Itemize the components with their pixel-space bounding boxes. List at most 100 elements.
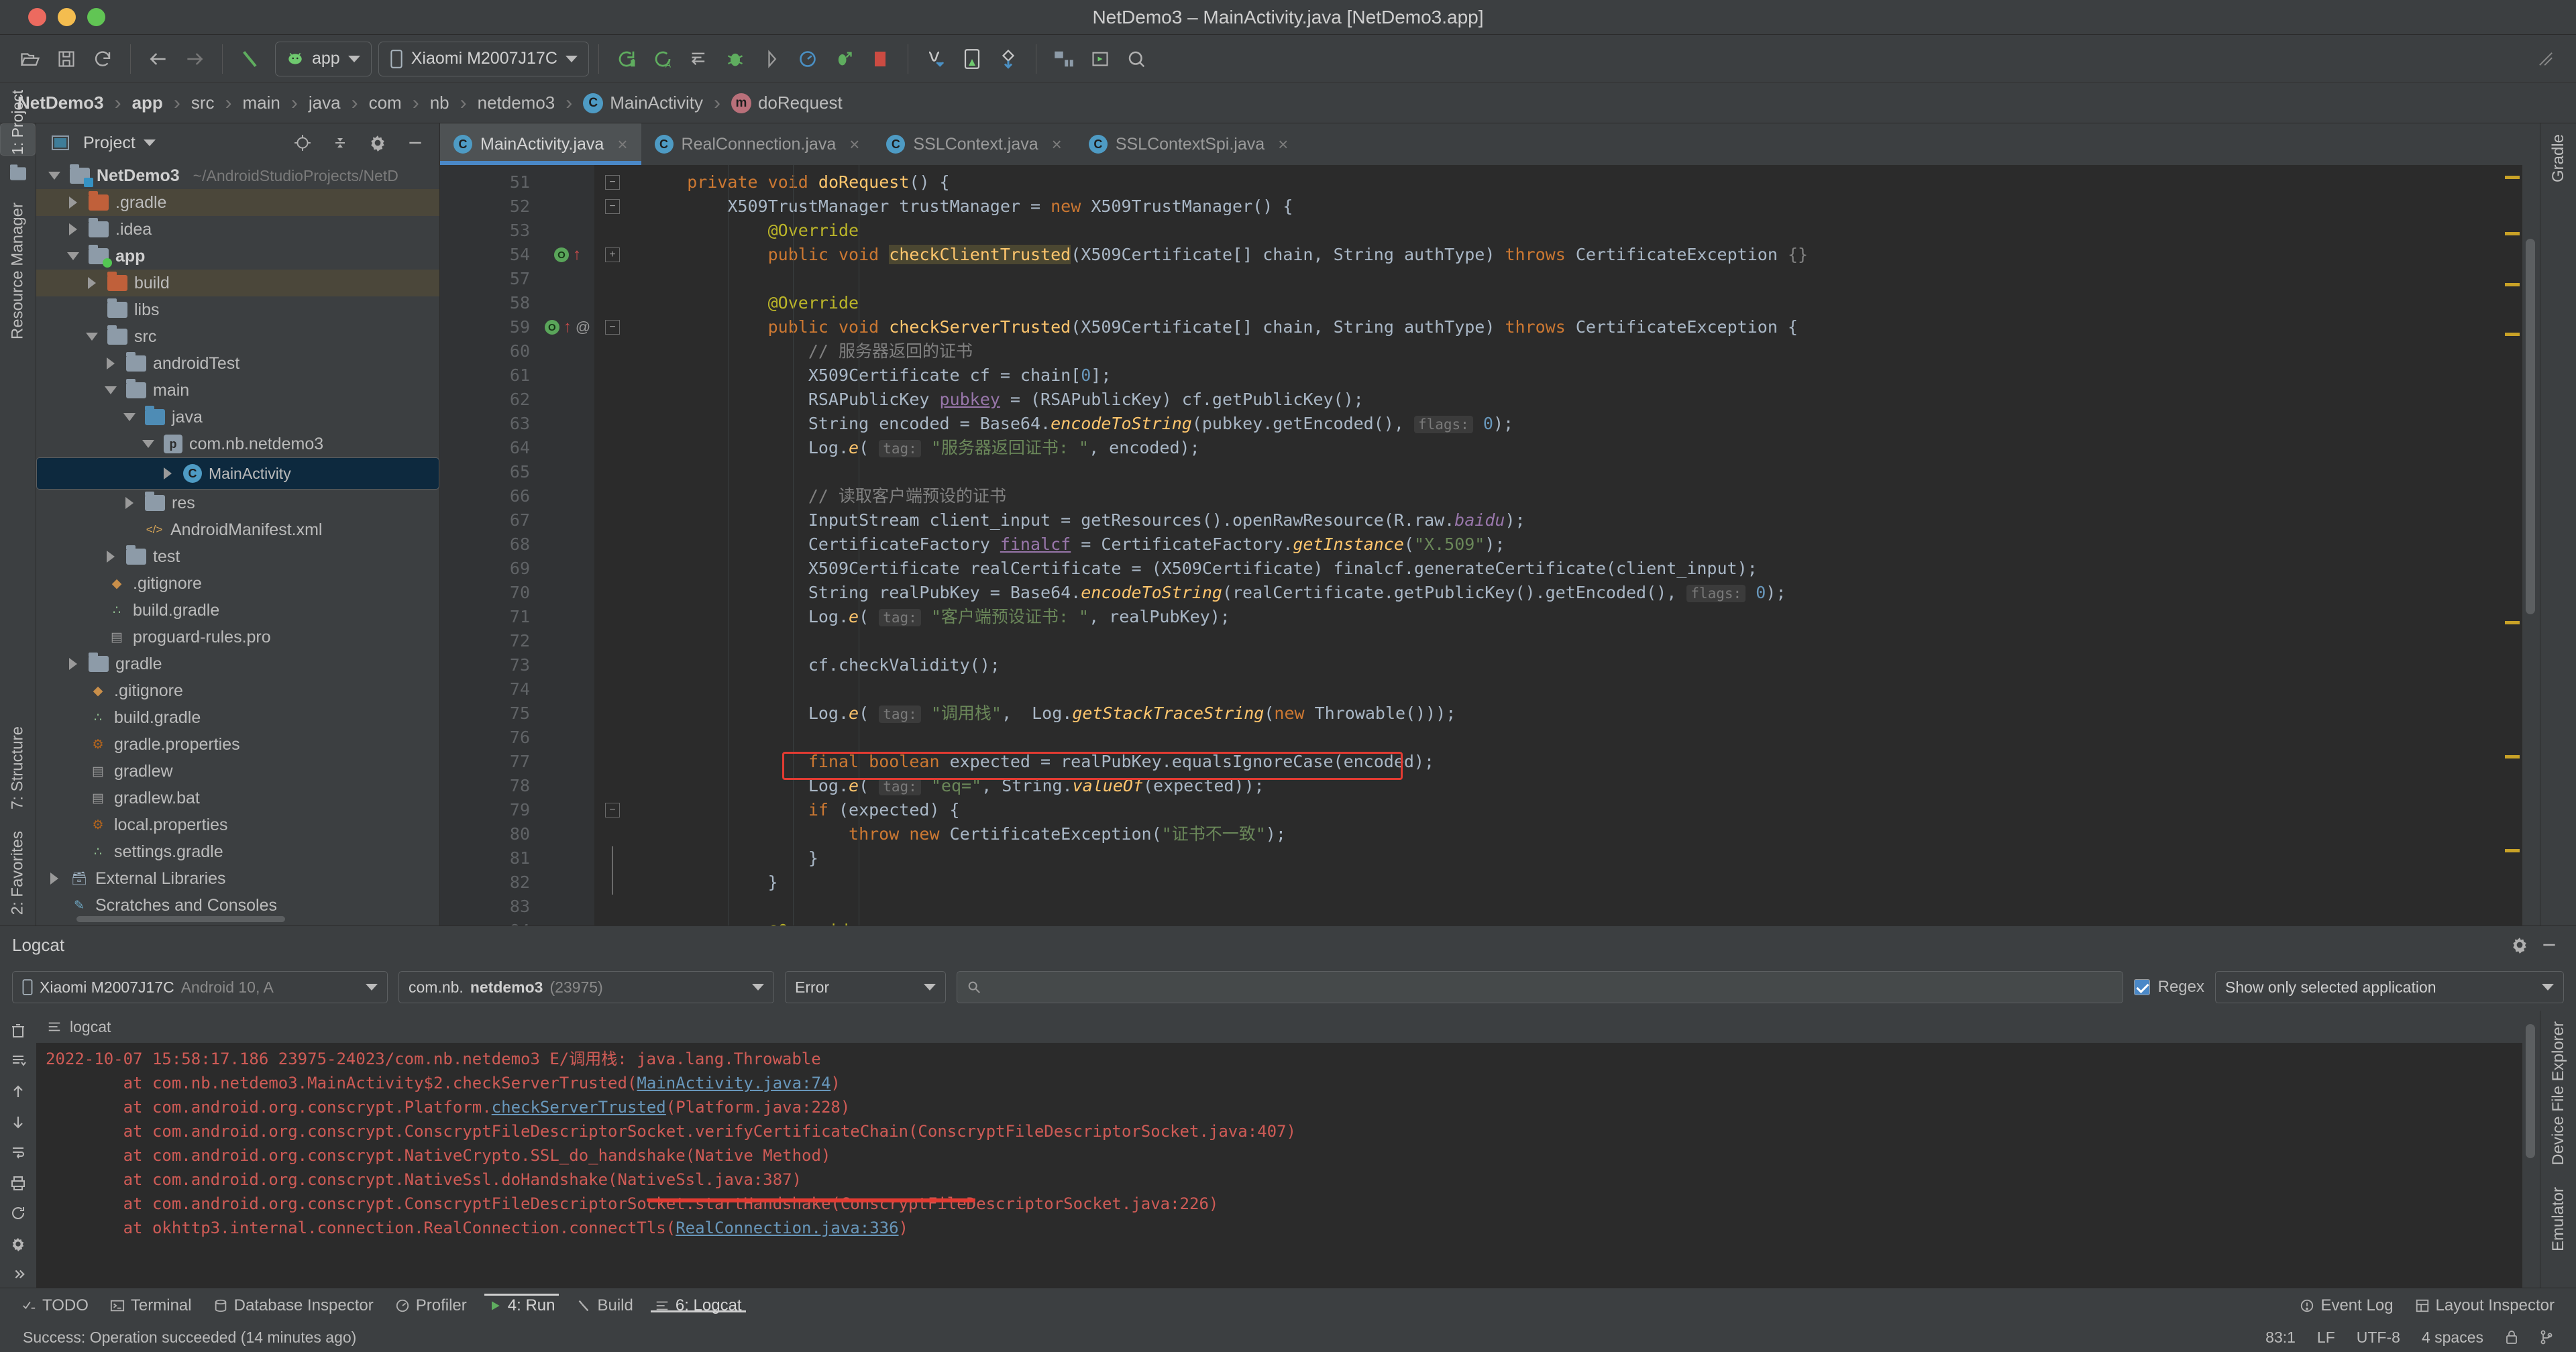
code-line[interactable]: String encoded = Base64.encodeToString(p… (647, 412, 2502, 436)
tree-twisty-right[interactable] (102, 548, 119, 565)
logcat-method-link[interactable]: checkServerTrusted (492, 1098, 666, 1117)
fold-marker[interactable] (594, 653, 631, 677)
gutter-marker-row[interactable] (541, 870, 594, 895)
tree-node-build-gradle[interactable]: ∴ build.gradle (36, 704, 439, 731)
tree-node-settings-gradle[interactable]: ∴ settings.gradle (36, 838, 439, 865)
fold-marker[interactable] (594, 750, 631, 774)
tree-twisty-down[interactable] (83, 328, 101, 345)
code-line[interactable]: // 服务器返回的证书 (647, 339, 2502, 363)
code-line[interactable] (647, 726, 2502, 750)
code-line[interactable]: RSAPublicKey pubkey = (RSAPublicKey) cf.… (647, 388, 2502, 412)
gutter-marker-row[interactable] (541, 653, 594, 677)
module-selector[interactable]: app (275, 41, 372, 76)
sdk-manager-icon[interactable] (954, 41, 990, 77)
project-structure-icon[interactable] (1046, 41, 1082, 77)
code-line[interactable]: Log.e( tag: "客户端预设证书: ", realPubKey); (647, 605, 2502, 629)
logcat-source-link[interactable]: MainActivity.java:74 (637, 1074, 830, 1092)
status-tab-layout-inspector[interactable]: Layout Inspector (2404, 1296, 2565, 1315)
sidebar-item-emulator[interactable]: Emulator (2549, 1176, 2568, 1262)
fold-marker[interactable] (594, 701, 631, 726)
gutter-marker-row[interactable]: O ↑ (541, 243, 594, 267)
breadcrumb-item-java[interactable]: java (305, 93, 345, 113)
logcat-settings-icon[interactable] (3, 1231, 33, 1257)
breadcrumb-item-netdemo3[interactable]: NetDemo3 (13, 93, 108, 113)
gutter-marker-row[interactable] (541, 629, 594, 653)
fold-marker[interactable] (594, 508, 631, 532)
sidebar-item-gradle[interactable]: Gradle (2549, 123, 2568, 193)
gutter-marker-row[interactable] (541, 581, 594, 605)
down-icon[interactable] (3, 1109, 33, 1135)
code-line[interactable]: Log.e( tag: "服务器返回证书: ", encoded); (647, 436, 2502, 460)
fold-marker[interactable] (594, 677, 631, 701)
breadcrumb-item-com[interactable]: com (365, 93, 406, 113)
logcat-tab-row[interactable]: logcat (36, 1011, 2522, 1043)
tree-node-res[interactable]: res (36, 490, 439, 516)
logcat-filter-row[interactable]: Xiaomi M2007J17C Android 10, A com.nb. ne… (0, 964, 2576, 1011)
gutter-markers[interactable]: O↑O↑@O↑@ (541, 165, 594, 925)
left-rail-top[interactable]: 1: Project Resource Manager (0, 90, 36, 350)
window-controls[interactable] (0, 8, 105, 26)
code-line[interactable]: throw new CertificateException("证书不一致"); (647, 822, 2502, 846)
logcat-level-select[interactable]: Error (785, 971, 946, 1003)
gutter-marker-row[interactable] (541, 895, 594, 919)
code-line[interactable] (647, 629, 2502, 653)
tree-node-libs[interactable]: libs (36, 296, 439, 323)
code-line[interactable]: X509TrustManager trustManager = new X509… (647, 194, 2502, 219)
maximize-window-button[interactable] (87, 8, 105, 26)
breadcrumb-item-dorequest[interactable]: m doRequest (727, 93, 847, 113)
tree-node-gradle-properties[interactable]: ⚙ gradle.properties (36, 731, 439, 758)
code-line[interactable]: public void checkServerTrusted(X509Certi… (647, 315, 2502, 339)
code-line[interactable]: X509Certificate realCertificate = (X509C… (647, 557, 2502, 581)
logcat-vertical-scrollbar[interactable] (2522, 1011, 2540, 1288)
tree-node-proguard-rules-pro[interactable]: ▤ proguard-rules.pro (36, 624, 439, 651)
code-line[interactable]: if (expected) { (647, 798, 2502, 822)
logcat-process-chevron-icon[interactable] (752, 984, 764, 991)
code-line[interactable]: cf.checkValidity(); (647, 653, 2502, 677)
build-hammer-icon[interactable] (232, 41, 268, 77)
logcat-line[interactable]: at com.android.org.conscrypt.NativeCrypt… (46, 1143, 2522, 1168)
fold-marker[interactable] (594, 581, 631, 605)
status-tab-4-run[interactable]: 4: Run (478, 1293, 566, 1315)
logcat-settings-gear-icon[interactable] (2505, 930, 2534, 960)
lock-icon[interactable] (2494, 1330, 2529, 1345)
logcat-output[interactable]: 2022-10-07 15:58:17.186 23975-24023/com.… (36, 1043, 2522, 1288)
forward-icon[interactable] (176, 41, 213, 77)
tree-node-test[interactable]: test (36, 543, 439, 570)
fold-marker[interactable] (594, 460, 631, 484)
sidebar-item-resource-manager[interactable]: Resource Manager (0, 192, 36, 350)
code-line[interactable]: X509Certificate cf = chain[0]; (647, 363, 2502, 388)
fold-marker[interactable]: + (594, 243, 631, 267)
status-tab-todo[interactable]: TODO (11, 1296, 99, 1315)
gutter-marker-row[interactable] (541, 919, 594, 925)
fold-marker[interactable] (594, 388, 631, 412)
editor-tab-realconnection-java[interactable]: C RealConnection.java × (641, 123, 873, 165)
fold-marker[interactable] (594, 870, 631, 895)
save-all-icon[interactable] (48, 41, 85, 77)
hide-panel-icon[interactable] (400, 128, 430, 158)
code-line[interactable]: final boolean expected = realPubKey.equa… (647, 750, 2502, 774)
logcat-process-select[interactable]: com.nb. netdemo3 (23975) (398, 971, 774, 1003)
tree-node-com-nb-netdemo3[interactable]: p com.nb.netdemo3 (36, 431, 439, 457)
tree-node--gitignore[interactable]: ◆ .gitignore (36, 570, 439, 597)
status-tab-database-inspector[interactable]: Database Inspector (203, 1296, 384, 1315)
logcat-side-toolbar[interactable] (0, 1011, 36, 1288)
tree-twisty-right[interactable] (64, 655, 82, 673)
code-line[interactable] (647, 677, 2502, 701)
fold-marker[interactable] (594, 919, 631, 925)
logcat-device-select[interactable]: Xiaomi M2007J17C Android 10, A (12, 971, 388, 1003)
breadcrumb-item-app[interactable]: app (128, 93, 167, 113)
tree-node-local-properties[interactable]: ⚙ local.properties (36, 811, 439, 838)
gutter-marker-row[interactable] (541, 774, 594, 798)
breadcrumb-item-src[interactable]: src (187, 93, 219, 113)
logcat-device-chevron-icon[interactable] (366, 984, 378, 991)
fold-marker[interactable] (594, 532, 631, 557)
editor-tabs[interactable]: C MainActivity.java × C RealConnection.java ×… (440, 123, 2540, 165)
tree-node-external-libraries[interactable]: 🗃 External Libraries (36, 865, 439, 892)
profiler-icon[interactable] (790, 41, 826, 77)
sync-icon[interactable] (85, 41, 121, 77)
gutter-marker-row[interactable] (541, 798, 594, 822)
logcat-line[interactable]: at okhttp3.internal.connection.RealConne… (46, 1216, 2522, 1240)
run-anything-icon[interactable] (826, 41, 862, 77)
tree-node-build[interactable]: build (36, 270, 439, 296)
gutter-marker-row[interactable] (541, 701, 594, 726)
